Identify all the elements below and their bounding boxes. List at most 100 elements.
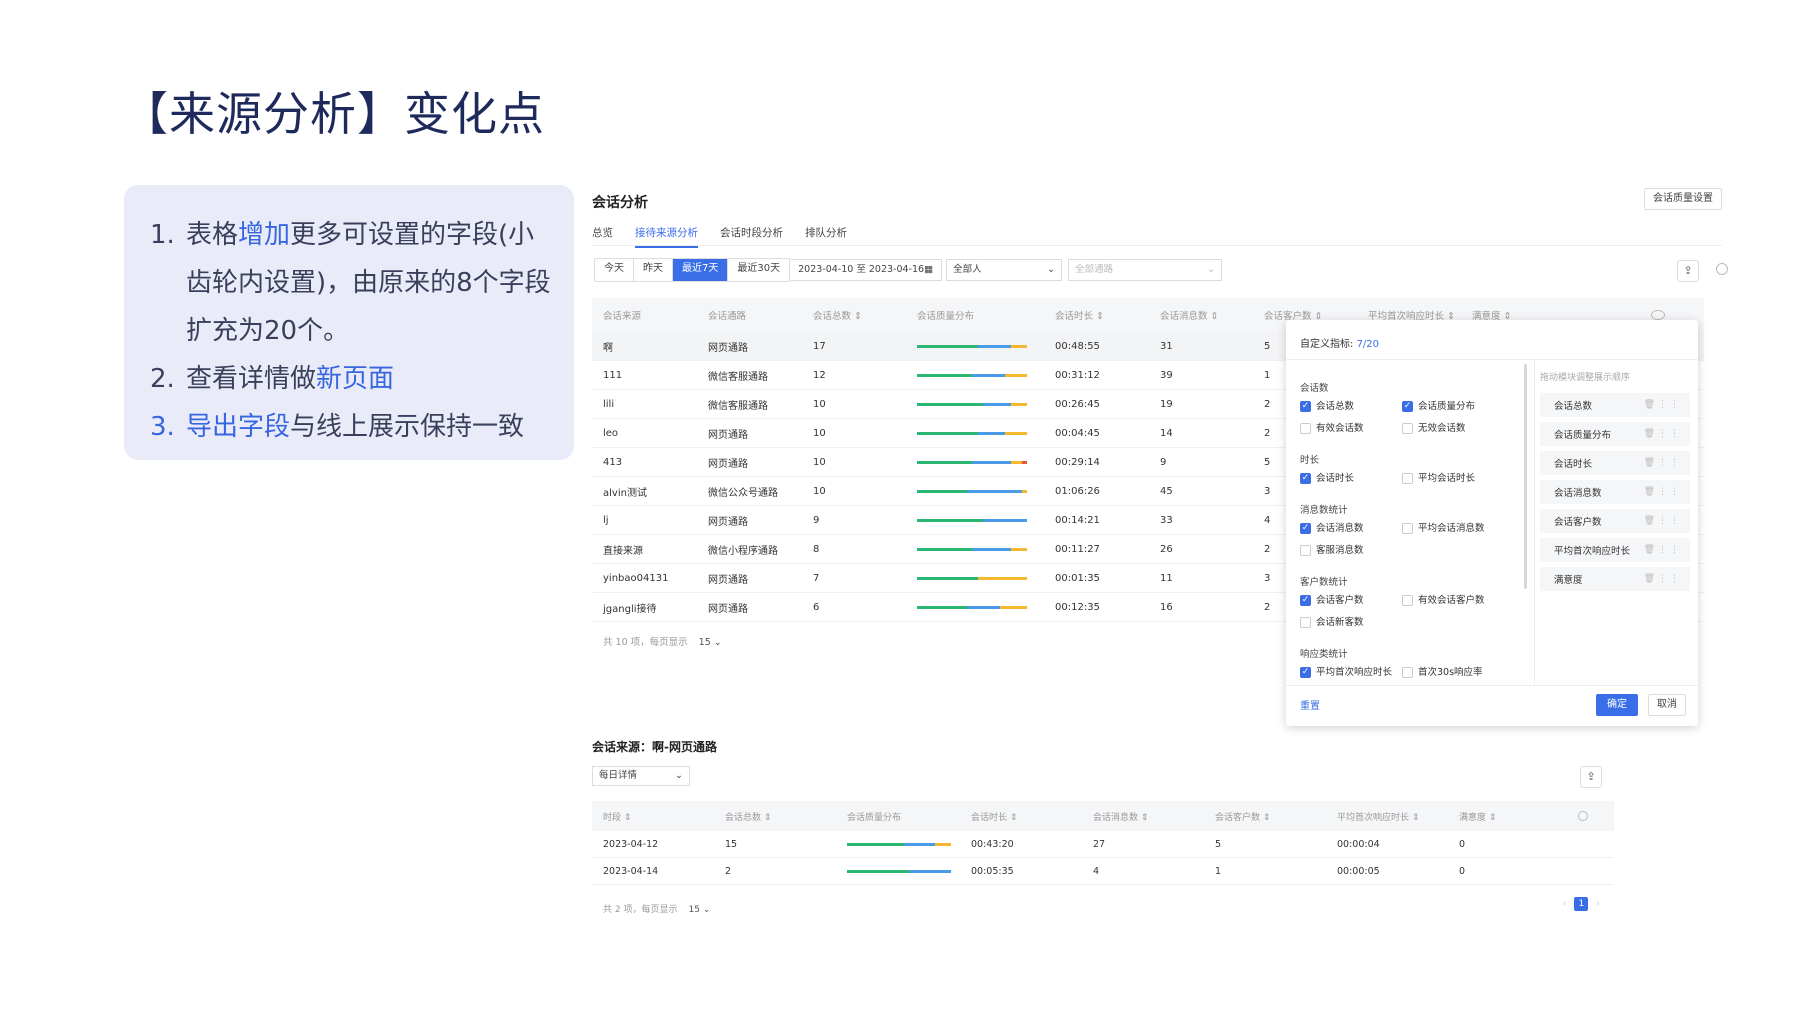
checkbox[interactable]: ✓ <box>1300 523 1311 534</box>
table-cell: 00:04:45 <box>1055 427 1100 439</box>
metric-option[interactable]: 平均会话消息数 <box>1402 522 1504 535</box>
export-icon[interactable]: ⇪ <box>1580 766 1602 788</box>
column-header[interactable]: 会话总数 ⇕ <box>714 810 836 823</box>
cancel-button[interactable]: 取消 <box>1648 694 1686 716</box>
checkbox[interactable] <box>1402 523 1413 534</box>
table-cell: 10 <box>813 456 826 468</box>
metric-option[interactable]: 有效会话客户数 <box>1402 594 1504 607</box>
gear-icon[interactable] <box>1651 310 1665 320</box>
checkbox[interactable]: ✓ <box>1300 473 1311 484</box>
table-row[interactable]: 2023-04-14 2 00:05:35 4 1 00:00:05 0 <box>592 858 1614 885</box>
checkbox[interactable]: ✓ <box>1300 401 1311 412</box>
date-yesterday-button[interactable]: 昨天 <box>634 259 673 281</box>
column-header[interactable]: 会话消息数 ⇕ <box>1082 810 1204 823</box>
metric-option[interactable]: ✓ 会话客户数 <box>1300 594 1402 607</box>
panel-divider <box>1534 360 1535 686</box>
checkbox[interactable] <box>1402 595 1413 606</box>
scrollbar[interactable] <box>1524 364 1527 589</box>
page-size-select[interactable]: 15 ⌄ <box>699 637 722 648</box>
metric-option[interactable]: ✓ 平均首次响应时长 <box>1300 666 1402 679</box>
table-cell: 00:00:05 <box>1337 865 1380 877</box>
table-cell: 11 <box>1160 572 1173 584</box>
trash-drag-icon[interactable]: 🗑⋮⋮ <box>1644 487 1682 497</box>
trash-drag-icon[interactable]: 🗑⋮⋮ <box>1644 574 1682 584</box>
channel-select-placeholder: 全部通路 <box>1075 264 1114 275</box>
page-size-select[interactable]: 15 ⌄ <box>689 905 711 915</box>
trash-drag-icon[interactable]: 🗑⋮⋮ <box>1644 545 1682 555</box>
checkbox[interactable]: ✓ <box>1300 595 1311 606</box>
order-item-label: 平均首次响应时长 <box>1554 546 1631 557</box>
checkbox[interactable] <box>1300 423 1311 434</box>
column-header[interactable]: 会话消息数 ⇕ <box>1149 308 1253 322</box>
date-last7-button[interactable]: 最近7天 <box>673 259 729 281</box>
checkbox[interactable] <box>1402 667 1413 678</box>
checkbox[interactable]: ✓ <box>1402 401 1413 412</box>
metric-option-label: 有效会话客户数 <box>1418 595 1485 606</box>
checkbox[interactable] <box>1300 617 1311 628</box>
reset-button[interactable]: 重置 <box>1300 697 1320 712</box>
table-cell: 1 <box>1215 865 1222 877</box>
quality-fair-segment <box>999 605 1027 609</box>
page-number[interactable]: 1 <box>1574 897 1589 911</box>
quality-bar <box>917 373 1027 377</box>
column-header[interactable]: 会话时长 ⇕ <box>960 810 1082 823</box>
column-header[interactable]: 会话客户数 ⇕ <box>1204 810 1326 823</box>
metric-order-list: 拖动模块调整展示顺序 会话总数 🗑⋮⋮ 会话质量分布 🗑⋮⋮ 会话时长 🗑⋮⋮ 会话消息数 🗑… <box>1540 370 1690 596</box>
confirm-button[interactable]: 确定 <box>1596 694 1638 716</box>
metric-option[interactable]: 有效会话数 <box>1300 422 1402 435</box>
prev-page-icon[interactable]: ‹ <box>1563 899 1567 909</box>
column-header[interactable]: 平均首次响应时长 ⇕ <box>1326 810 1448 823</box>
date-today-button[interactable]: 今天 <box>595 259 634 281</box>
order-item[interactable]: 会话质量分布 🗑⋮⋮ <box>1540 422 1690 446</box>
checkbox[interactable]: ✓ <box>1300 667 1311 678</box>
pagination: ‹ 1 › <box>1563 897 1600 911</box>
table-row[interactable]: 2023-04-12 15 00:43:20 27 5 00:00:04 0 <box>592 831 1614 858</box>
notes-box: 1. 表格增加更多可设置的字段(小齿轮内设置)，由原来的8个字段扩充为20个。 … <box>124 185 574 460</box>
order-item[interactable]: 会话消息数 🗑⋮⋮ <box>1540 480 1690 504</box>
gear-icon[interactable] <box>1578 811 1588 821</box>
date-range-picker[interactable]: 2023-04-10 至 2023-04-16 ▦ <box>790 259 943 281</box>
order-item[interactable]: 会话总数 🗑⋮⋮ <box>1540 393 1690 417</box>
footer-total: 共 2 项，每页显示 <box>603 905 678 915</box>
metric-option[interactable]: ✓ 会话质量分布 <box>1402 400 1504 413</box>
trash-drag-icon[interactable]: 🗑⋮⋮ <box>1644 458 1682 468</box>
metric-option[interactable]: 平均会话时长 <box>1402 472 1504 485</box>
metric-option[interactable]: 无效会话数 <box>1402 422 1504 435</box>
date-last30-button[interactable]: 最近30天 <box>728 259 789 281</box>
quality-bar <box>917 489 1027 493</box>
order-item[interactable]: 满意度 🗑⋮⋮ <box>1540 567 1690 591</box>
trash-drag-icon[interactable]: 🗑⋮⋮ <box>1644 429 1682 439</box>
filter-bar: 今天 昨天 最近7天 最近30天 2023-04-10 至 2023-04-16… <box>594 258 1223 282</box>
export-icon[interactable]: ⇪ <box>1677 260 1699 282</box>
column-header[interactable]: 会话总数 ⇕ <box>802 308 906 322</box>
chevron-down-icon: ⌄ <box>1207 264 1216 275</box>
order-item[interactable]: 平均首次响应时长 🗑⋮⋮ <box>1540 538 1690 562</box>
column-header[interactable]: 满意度 ⇕ <box>1448 810 1578 823</box>
table-cell: 39 <box>1160 369 1173 381</box>
checkbox[interactable] <box>1300 545 1311 556</box>
checkbox[interactable] <box>1402 423 1413 434</box>
column-header[interactable]: 时段 ⇕ <box>592 810 714 823</box>
quality-settings-button[interactable]: 会话质量设置 <box>1644 188 1722 210</box>
metric-option[interactable]: ✓ 会话消息数 <box>1300 522 1402 535</box>
note-item: 2. 查看详情做新页面 <box>150 355 560 403</box>
person-select[interactable]: 全部人 ⌄ <box>946 259 1063 281</box>
metric-option[interactable]: 会话新客数 <box>1300 616 1402 629</box>
checkbox[interactable] <box>1402 473 1413 484</box>
metric-option[interactable]: 客服消息数 <box>1300 544 1402 557</box>
detail-view-select[interactable]: 每日详情 ⌄ <box>592 766 690 786</box>
column-header[interactable]: 会话时长 ⇕ <box>1044 308 1149 322</box>
trash-drag-icon[interactable]: 🗑⋮⋮ <box>1644 400 1682 410</box>
metric-option-label: 平均会话消息数 <box>1418 523 1485 534</box>
metric-option[interactable]: ✓ 会话时长 <box>1300 472 1402 485</box>
info-icon[interactable] <box>1716 263 1728 275</box>
quality-bad-segment <box>1021 460 1027 464</box>
metric-option[interactable]: ✓ 会话总数 <box>1300 400 1402 413</box>
next-page-icon[interactable]: › <box>1596 899 1600 909</box>
quality-normal-segment <box>977 431 1005 435</box>
order-item[interactable]: 会话时长 🗑⋮⋮ <box>1540 451 1690 475</box>
trash-drag-icon[interactable]: 🗑⋮⋮ <box>1644 516 1682 526</box>
metric-option[interactable]: 首次30s响应率 <box>1402 666 1504 679</box>
channel-select[interactable]: 全部通路 ⌄ <box>1068 259 1223 281</box>
order-item[interactable]: 会话客户数 🗑⋮⋮ <box>1540 509 1690 533</box>
